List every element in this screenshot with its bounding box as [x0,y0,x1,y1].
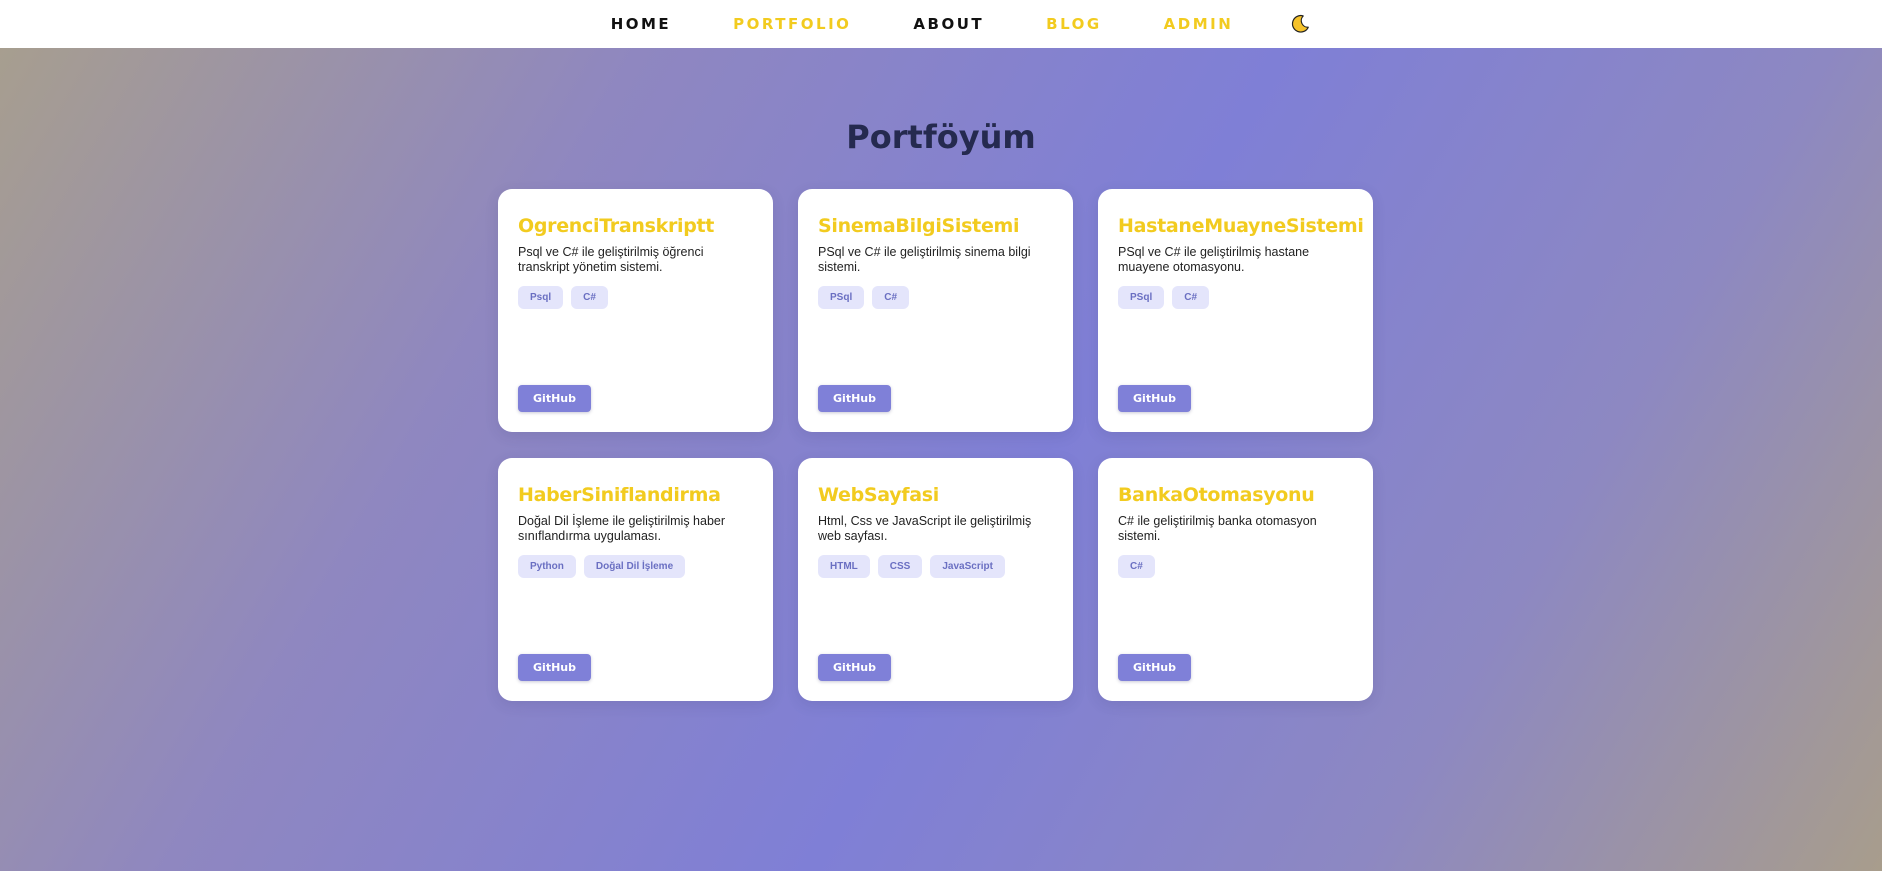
project-description: Html, Css ve JavaScript ile geliştirilmi… [818,514,1032,543]
tech-tag: C# [872,286,910,309]
project-card: HaberSiniflandirma Doğal Dil İşleme ile … [498,458,773,701]
github-button[interactable]: GitHub [1118,385,1191,412]
project-card: SinemaBilgiSistemi PSql ve C# ile gelişt… [798,189,1073,432]
tech-tag: JavaScript [930,555,1005,578]
tag-list: PSql C# [818,286,1053,309]
project-description: PSql ve C# ile geliştirilmiş hastane mua… [1118,245,1310,274]
tag-list: Psql C# [518,286,753,309]
project-title: SinemaBilgiSistemi [818,215,1020,237]
tech-tag: C# [1118,555,1155,578]
project-title: HastaneMuayneSistemi [1118,215,1364,237]
project-title: BankaOtomasyonu [1118,484,1315,506]
nav-home[interactable]: HOME [611,15,671,33]
tech-tag: Doğal Dil İşleme [583,555,686,578]
project-title: OgrenciTranskriptt [518,215,715,237]
project-title: WebSayfasi [818,484,939,506]
tech-tag: CSS [877,555,923,578]
nav-about[interactable]: ABOUT [913,15,984,33]
project-card: HastaneMuayneSistemi PSql ve C# ile geli… [1098,189,1373,432]
tech-tag: PSql [818,286,865,309]
tech-tag: Python [518,555,576,578]
tag-list: C# [1118,555,1353,578]
github-button[interactable]: GitHub [1118,654,1191,681]
github-button[interactable]: GitHub [818,385,891,412]
nav-portfolio[interactable]: PORTFOLIO [733,15,851,33]
nav-admin[interactable]: ADMIN [1164,15,1234,33]
nav-blog[interactable]: BLOG [1046,15,1102,33]
project-description: C# ile geliştirilmiş banka otomasyon sis… [1118,514,1317,543]
project-card: WebSayfasi Html, Css ve JavaScript ile g… [798,458,1073,701]
page-title: Portföyüm [846,118,1036,156]
github-button[interactable]: GitHub [518,385,591,412]
nav-links: HOME PORTFOLIO ABOUT BLOG ADMIN [580,12,1313,36]
project-card: BankaOtomasyonu C# ile geliştirilmiş ban… [1098,458,1373,701]
project-description: Psql ve C# ile geliştirilmiş öğrenci tra… [518,245,704,274]
project-grid: OgrenciTranskriptt Psql ve C# ile gelişt… [498,189,1373,701]
tech-tag: Psql [518,286,564,309]
tech-tag: C# [1172,286,1210,309]
moon-icon [1292,14,1310,33]
project-description: PSql ve C# ile geliştirilmiş sinema bilg… [818,245,1031,274]
github-button[interactable]: GitHub [818,654,891,681]
top-nav: HOME PORTFOLIO ABOUT BLOG ADMIN [0,0,1882,48]
github-button[interactable]: GitHub [518,654,591,681]
theme-toggle-button[interactable] [1288,12,1312,36]
project-card: OgrenciTranskriptt Psql ve C# ile gelişt… [498,189,773,432]
tag-list: HTML CSS JavaScript [818,555,1053,578]
tech-tag: C# [571,286,608,309]
tag-list: Python Doğal Dil İşleme [518,555,753,578]
tech-tag: HTML [818,555,870,578]
tag-list: PSql C# [1118,286,1353,309]
tech-tag: PSql [1118,286,1165,309]
project-title: HaberSiniflandirma [518,484,721,506]
project-description: Doğal Dil İşleme ile geliştirilmiş haber… [518,514,726,543]
